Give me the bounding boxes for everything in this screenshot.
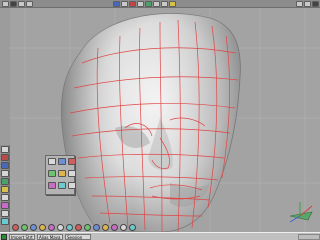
axis-gizmo xyxy=(289,202,313,223)
minimize-icon[interactable] xyxy=(296,1,303,7)
taskbar-item-maya[interactable]: Alias Maya xyxy=(37,233,63,240)
3d-viewport[interactable] xyxy=(10,8,320,232)
sculpt-icon[interactable] xyxy=(58,170,66,177)
curve-icon[interactable] xyxy=(153,0,160,7)
viewport-svg xyxy=(10,8,320,232)
light-icon[interactable] xyxy=(145,0,152,7)
shelf-surface-icon[interactable] xyxy=(1,194,9,201)
shelf-camera-icon[interactable] xyxy=(1,218,9,225)
snap-icon[interactable] xyxy=(58,182,66,189)
system-tray xyxy=(298,233,320,240)
shelf-curve-icon[interactable] xyxy=(1,170,9,177)
dot-icon[interactable] xyxy=(26,0,33,7)
bottom-grid-icon[interactable] xyxy=(57,223,64,231)
top-toolbar xyxy=(0,0,320,8)
bottom-snap-icon[interactable] xyxy=(129,223,136,231)
pointer-icon[interactable] xyxy=(18,0,25,7)
file-icon[interactable] xyxy=(2,0,9,7)
shelf-grid-icon[interactable] xyxy=(1,210,9,217)
bottom-material-icon[interactable] xyxy=(39,223,46,231)
taskbar-item-session[interactable]: Session xyxy=(65,233,91,240)
window-tools xyxy=(296,0,319,8)
bottom-history-icon[interactable] xyxy=(120,223,127,231)
tool-palette xyxy=(45,155,76,195)
toolbar-group-left xyxy=(2,0,33,7)
shelf-deform-icon[interactable] xyxy=(1,202,9,209)
surface-icon[interactable] xyxy=(161,0,168,7)
bottom-dynamics-icon[interactable] xyxy=(111,223,118,231)
close-icon[interactable] xyxy=(312,1,319,7)
left-shelf xyxy=(0,145,10,232)
bottom-view-icon[interactable] xyxy=(30,223,37,231)
render-icon[interactable] xyxy=(129,0,136,7)
bottom-render-icon[interactable] xyxy=(12,223,19,231)
start-icon[interactable] xyxy=(1,233,7,240)
grid-icon[interactable] xyxy=(121,0,128,7)
toolbar-group-right xyxy=(113,0,176,7)
bottom-curve-icon[interactable] xyxy=(75,223,82,231)
material-icon[interactable] xyxy=(169,0,176,7)
os-taskbar: Import Strt Alias Maya Session xyxy=(0,232,320,240)
shelf-render-icon[interactable] xyxy=(1,154,9,161)
bottom-camera-icon[interactable] xyxy=(66,223,73,231)
select-icon[interactable] xyxy=(48,158,56,165)
shelf-view-icon[interactable] xyxy=(1,162,9,169)
lasso-icon[interactable] xyxy=(48,182,56,189)
face-model xyxy=(60,13,241,232)
bottom-deform-icon[interactable] xyxy=(93,223,100,231)
bottom-animation-icon[interactable] xyxy=(102,223,109,231)
axis-plane xyxy=(289,211,313,221)
camera-icon[interactable] xyxy=(137,0,144,7)
view-icon[interactable] xyxy=(113,0,120,7)
shelf-select-icon[interactable] xyxy=(1,146,9,153)
bottom-shelf xyxy=(10,222,250,232)
move-icon[interactable] xyxy=(58,158,66,165)
rotate-icon[interactable] xyxy=(68,158,76,165)
history-icon[interactable] xyxy=(68,182,76,189)
taskbar-item-import[interactable]: Import Strt xyxy=(9,233,35,240)
scale-icon[interactable] xyxy=(48,170,56,177)
shelf-material-icon[interactable] xyxy=(1,186,9,193)
tool-icon[interactable] xyxy=(10,0,17,7)
bottom-light-icon[interactable] xyxy=(21,223,28,231)
paint-icon[interactable] xyxy=(68,170,76,177)
bottom-paint-icon[interactable] xyxy=(48,223,55,231)
maximize-icon[interactable] xyxy=(304,1,311,7)
bottom-surface-icon[interactable] xyxy=(84,223,91,231)
shelf-light-icon[interactable] xyxy=(1,178,9,185)
